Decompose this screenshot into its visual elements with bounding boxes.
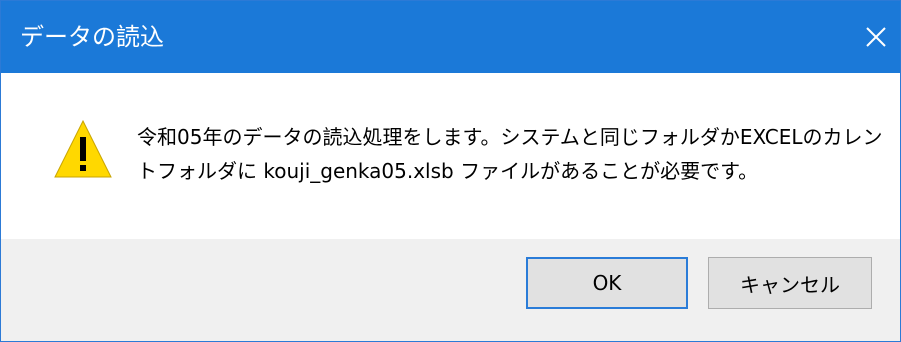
message-dialog: データの読込 令和05年のデータの読込処理をします。システムと同じフォルダかEX… bbox=[0, 0, 901, 342]
title-bar[interactable]: データの読込 bbox=[1, 1, 900, 73]
cancel-button[interactable]: キャンセル bbox=[708, 257, 872, 309]
button-bar: OK キャンセル bbox=[1, 239, 900, 341]
close-icon bbox=[866, 27, 886, 47]
message-line: 令和05年のデータの読込処理をします。システムと同じフォルダかEXCELのカレン bbox=[137, 125, 883, 149]
message-line: トフォルダに kouji_genka05.xlsb ファイルがあることが必要です… bbox=[137, 159, 759, 183]
close-button[interactable] bbox=[853, 15, 899, 59]
dialog-title: データの読込 bbox=[20, 23, 164, 51]
message-text: 令和05年のデータの読込処理をします。システムと同じフォルダかEXCELのカレン… bbox=[137, 120, 883, 188]
ok-button[interactable]: OK bbox=[526, 257, 688, 309]
warning-icon bbox=[54, 119, 112, 178]
dialog-body: 令和05年のデータの読込処理をします。システムと同じフォルダかEXCELのカレン… bbox=[1, 73, 900, 239]
